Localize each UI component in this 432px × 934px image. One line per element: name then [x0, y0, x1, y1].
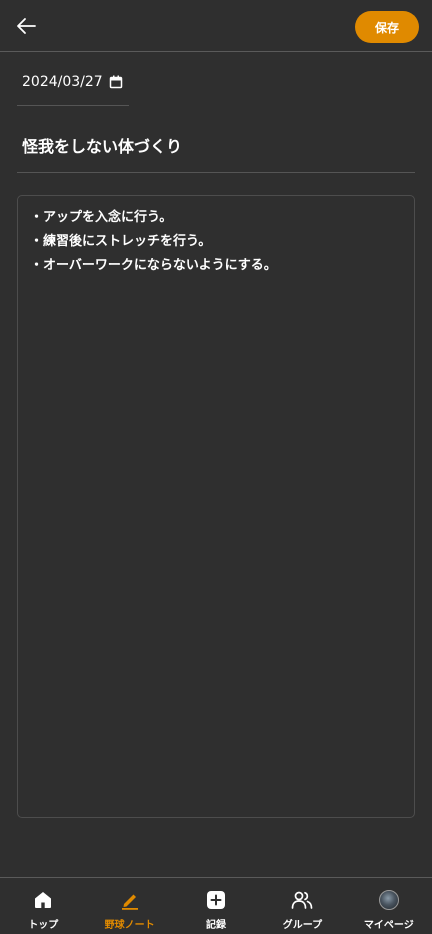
back-button[interactable] [12, 12, 40, 40]
home-icon [35, 892, 52, 908]
nav-label-group: グループ [282, 920, 323, 931]
memo-textarea[interactable]: ・アップを入念に行う。 ・練習後にストレッチを行う。 ・オーバーワークにならない… [17, 195, 415, 818]
memo-line: ・アップを入念に行う。 [30, 210, 173, 225]
title-field[interactable]: 怪我をしない体づくり [17, 118, 415, 173]
nav-item-top[interactable]: トップ [0, 878, 86, 934]
arrow-left-icon [17, 18, 36, 34]
header: 保存 [0, 0, 432, 52]
calendar-icon[interactable] [109, 75, 123, 89]
nav-label-baseball-note: 野球ノート [104, 920, 155, 931]
bottom-navigation: トップ 野球ノート 記録 グループ マイページ [0, 877, 432, 934]
plus-square-icon [207, 891, 226, 909]
memo-line: ・練習後にストレッチを行う。 [30, 234, 212, 249]
date-field[interactable]: 2024/03/27 [17, 64, 129, 106]
nav-label-mypage: マイページ [363, 920, 414, 931]
title-value: 怪我をしない体づくり [22, 137, 183, 156]
nav-item-record[interactable]: 記録 [173, 878, 259, 934]
save-button[interactable]: 保存 [355, 11, 419, 43]
date-value: 2024/03/27 [22, 74, 103, 90]
memo-line: ・オーバーワークにならないようにする。 [30, 258, 277, 273]
nav-label-record: 記録 [206, 920, 227, 931]
nav-item-mypage[interactable]: マイページ [346, 878, 432, 934]
nav-label-top: トップ [28, 920, 59, 931]
users-icon [292, 891, 313, 909]
nav-item-baseball-note[interactable]: 野球ノート [86, 878, 172, 934]
nav-item-group[interactable]: グループ [259, 878, 345, 934]
avatar [378, 890, 399, 910]
note-edit-screen: 保存 2024/03/27 怪我をしない体づくり ・アップを入念に行う。 ・練習… [0, 0, 432, 934]
pencil-icon [121, 894, 138, 910]
